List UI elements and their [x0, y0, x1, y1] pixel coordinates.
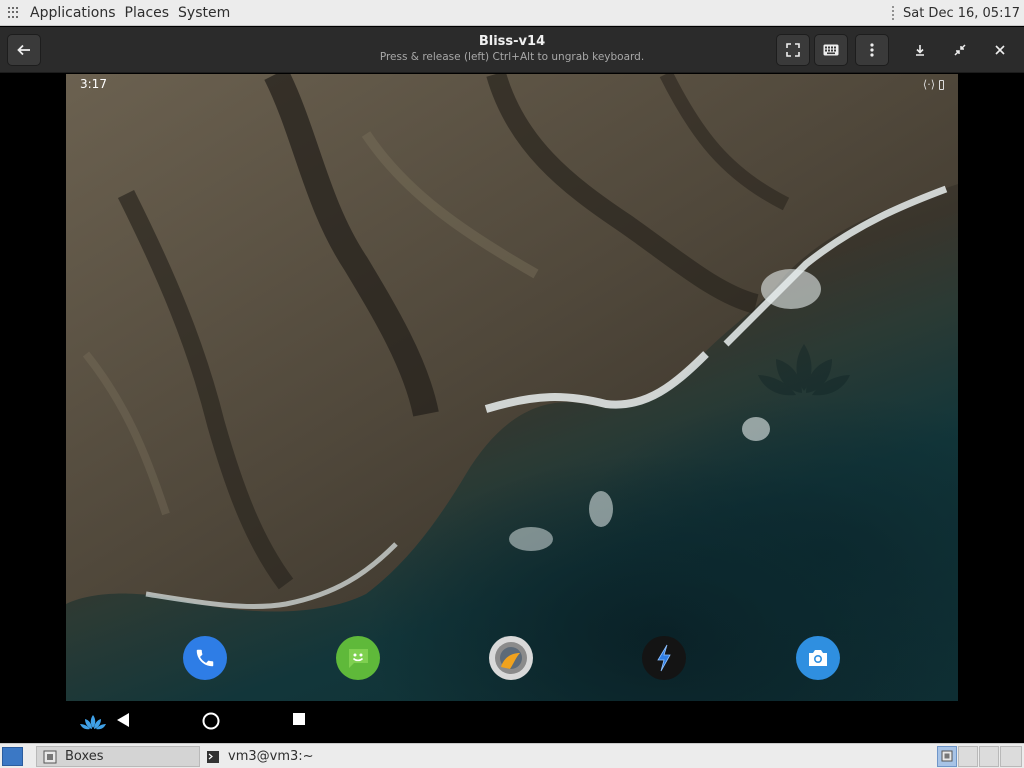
bottom-taskbar: Boxes vm3@vm3:~ — [0, 743, 1024, 768]
smiley-chat-icon — [348, 649, 368, 668]
phone-app-icon[interactable] — [183, 636, 227, 680]
circle-home-icon — [202, 712, 220, 730]
lightning-bolt-icon — [657, 644, 671, 672]
close-button[interactable] — [983, 34, 1017, 66]
more-vertical-icon — [870, 43, 874, 57]
nav-lotus-button[interactable] — [80, 714, 106, 730]
menu-applications[interactable]: Applications — [30, 5, 116, 21]
restore-button[interactable] — [943, 34, 977, 66]
clock[interactable]: Sat Dec 16, 05:17 — [903, 6, 1020, 21]
browser-app-icon[interactable] — [489, 636, 533, 680]
panel-handle-icon — [890, 5, 895, 21]
restore-icon — [954, 44, 966, 56]
nav-recents-button[interactable] — [292, 712, 306, 726]
nav-back-button[interactable] — [116, 712, 130, 728]
window-title: Bliss-v14 — [478, 34, 546, 49]
workspace-2[interactable] — [958, 746, 978, 767]
boxes-app-icon — [43, 750, 57, 763]
task-label: Boxes — [65, 749, 104, 764]
boxes-mini-icon — [941, 750, 953, 762]
phone-handset-icon — [196, 649, 214, 667]
square-recents-icon — [293, 713, 305, 725]
title-area: Bliss-v14 Press & release (left) Ctrl+Al… — [312, 33, 712, 64]
workspace-1[interactable] — [937, 746, 957, 767]
applications-grid-icon[interactable] — [8, 6, 20, 19]
menu-places[interactable]: Places — [125, 5, 170, 21]
top-panel: Applications Places System Sat Dec 16, 0… — [0, 0, 1024, 26]
terminal-icon — [207, 750, 219, 763]
network-arrows-icon: ⟨·⟩ — [922, 78, 935, 91]
task-boxes[interactable]: Boxes — [36, 746, 200, 767]
back-arrow-icon — [17, 44, 30, 56]
fullscreen-button[interactable] — [776, 34, 810, 66]
task-terminal[interactable]: vm3@vm3:~ — [200, 746, 400, 767]
back-button[interactable] — [7, 34, 41, 66]
android-navigation-bar — [66, 702, 958, 742]
task-label: vm3@vm3:~ — [228, 749, 314, 764]
workspace-4[interactable] — [1000, 746, 1022, 767]
keyboard-icon — [823, 44, 839, 56]
show-desktop-button[interactable] — [2, 747, 23, 766]
fullscreen-icon — [786, 43, 800, 57]
vm-display[interactable]: 3:17 ⟨·⟩ — [66, 74, 958, 701]
camera-app-icon[interactable] — [796, 636, 840, 680]
lotus-watermark-icon — [758, 344, 850, 396]
window-subtitle: Press & release (left) Ctrl+Alt to ungra… — [379, 51, 645, 63]
top-right-area: Sat Dec 16, 05:17 — [890, 0, 1024, 26]
download-icon — [916, 45, 924, 56]
keyboard-button[interactable] — [814, 34, 848, 66]
camera-icon — [809, 650, 827, 666]
close-icon — [995, 45, 1005, 55]
nav-home-button[interactable] — [202, 712, 220, 730]
menu-button[interactable] — [855, 34, 889, 66]
battery-icon — [939, 79, 944, 90]
browser-globe-icon — [495, 642, 527, 674]
menu-system[interactable]: System — [178, 5, 230, 21]
triangle-back-icon — [117, 713, 129, 727]
minimize-button[interactable] — [903, 34, 937, 66]
lotus-icon — [80, 715, 106, 730]
android-status-time: 3:17 — [80, 77, 107, 91]
messaging-app-icon[interactable] — [336, 636, 380, 680]
boxes-header-bar: Bliss-v14 Press & release (left) Ctrl+Al… — [0, 27, 1024, 73]
android-status-icons: ⟨·⟩ — [923, 78, 944, 91]
workspace-3[interactable] — [979, 746, 999, 767]
launcher-app-icon[interactable] — [642, 636, 686, 680]
